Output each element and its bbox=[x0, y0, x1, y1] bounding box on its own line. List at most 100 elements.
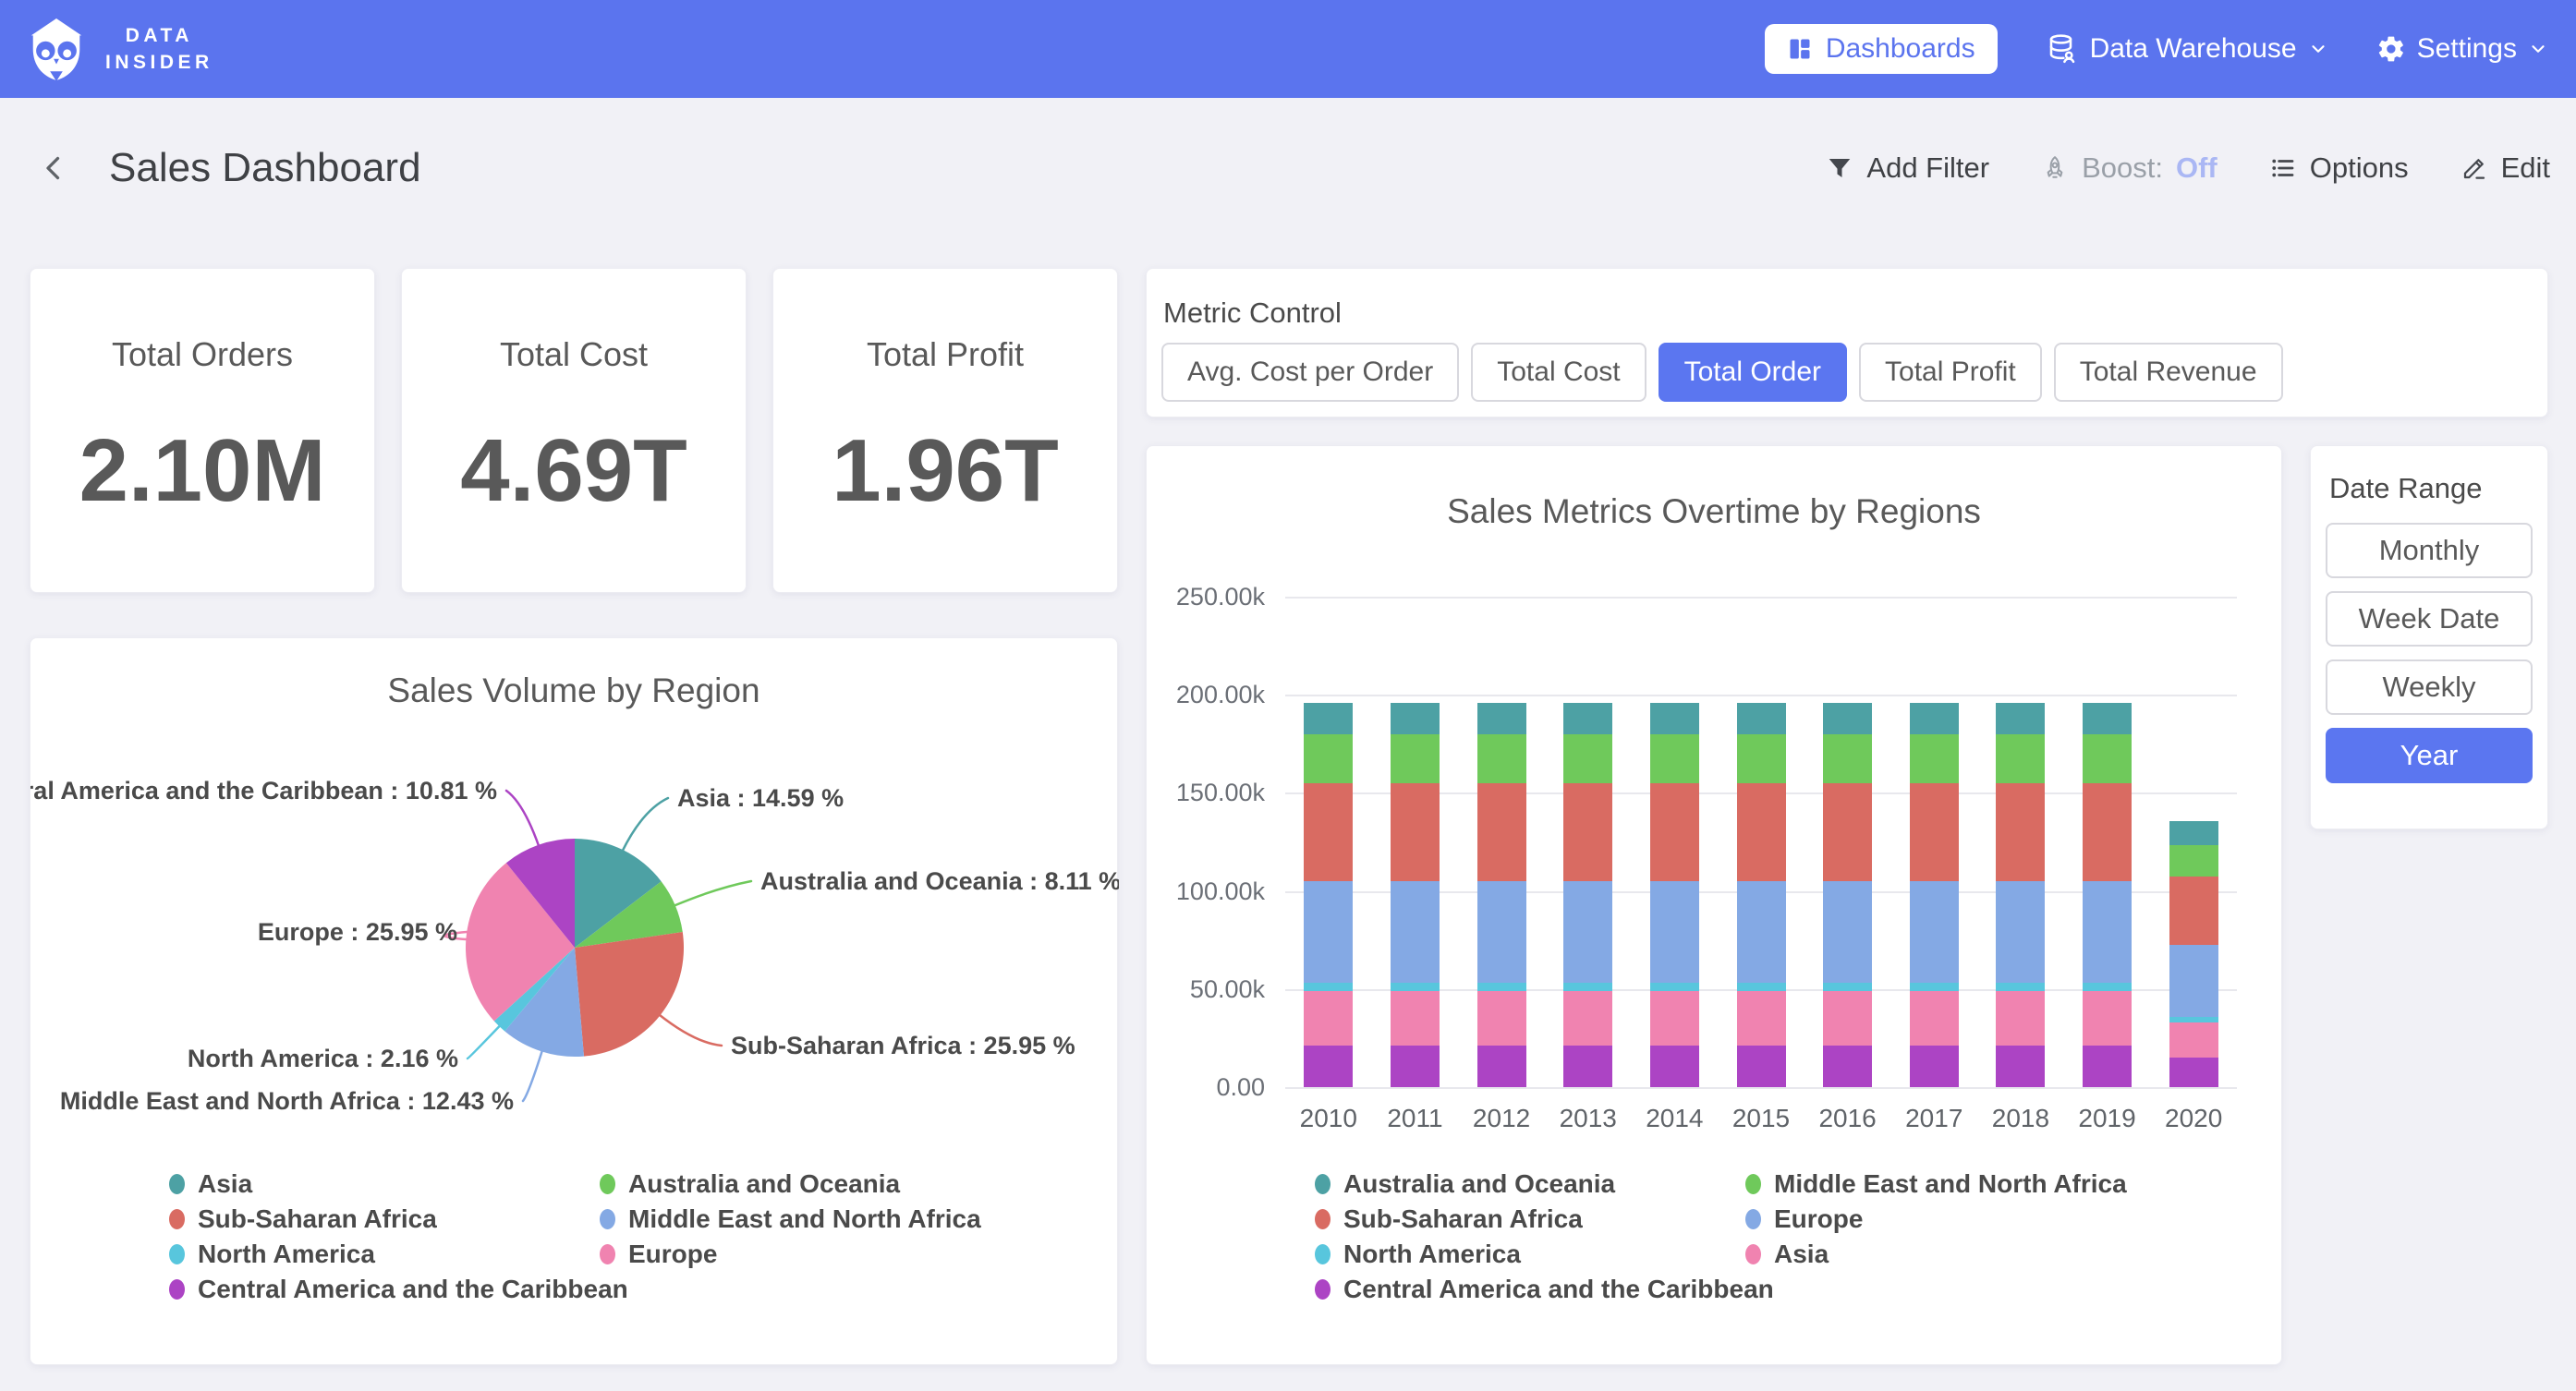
bar-segment-2014-central-america-and-the-caribbean bbox=[1650, 1046, 1699, 1087]
bar-segment-2015-central-america-and-the-caribbean bbox=[1737, 1046, 1786, 1087]
legend-dot bbox=[600, 1244, 615, 1264]
data-warehouse-label: Data Warehouse bbox=[2090, 33, 2297, 65]
metric-option-avg-cost-per-order[interactable]: Avg. Cost per Order bbox=[1161, 343, 1459, 402]
legend-column: Middle East and North AfricaEuropeAsia bbox=[1745, 1167, 2127, 1307]
metric-option-total-revenue[interactable]: Total Revenue bbox=[2054, 343, 2283, 402]
dashboard-screen: DATA INSIDER Dashboards bbox=[0, 0, 2576, 1391]
pie-label-line bbox=[506, 791, 539, 847]
legend-label: Middle East and North Africa bbox=[1774, 1169, 2127, 1199]
bar-segment-2015-sub-saharan-africa bbox=[1737, 783, 1786, 881]
pie-legend: AsiaSub-Saharan AfricaNorth AmericaCentr… bbox=[169, 1167, 981, 1307]
legend-item-asia[interactable]: Asia bbox=[169, 1167, 600, 1202]
bar-segment-2019-australia-and-oceania bbox=[2083, 703, 2132, 734]
owl-logo-icon bbox=[24, 17, 89, 81]
bar-segment-2014-middle-east-and-north-africa bbox=[1650, 734, 1699, 783]
kpi-card-total-orders: Total Orders 2.10M bbox=[30, 268, 375, 593]
metric-option-total-cost[interactable]: Total Cost bbox=[1471, 343, 1646, 402]
metric-option-total-profit[interactable]: Total Profit bbox=[1859, 343, 2042, 402]
data-warehouse-button[interactable]: Data Warehouse bbox=[2046, 32, 2328, 66]
toolbar-actions: Add Filter Boost: Off bbox=[1826, 151, 2550, 185]
legend-dot bbox=[169, 1244, 185, 1264]
legend-item-australia-and-oceania[interactable]: Australia and Oceania bbox=[1315, 1167, 1745, 1202]
legend-item-australia-and-oceania[interactable]: Australia and Oceania bbox=[600, 1167, 981, 1202]
kpi-value: 4.69T bbox=[460, 420, 687, 522]
legend-dot bbox=[600, 1174, 615, 1194]
brand-line1: DATA bbox=[105, 22, 213, 49]
x-axis-tick: 2020 bbox=[2151, 1104, 2236, 1133]
kpi-label: Total Cost bbox=[500, 335, 648, 374]
date-option-week-date[interactable]: Week Date bbox=[2326, 591, 2533, 647]
legend-item-central-america-and-the-caribbean[interactable]: Central America and the Caribbean bbox=[1315, 1272, 1745, 1307]
legend-item-central-america-and-the-caribbean[interactable]: Central America and the Caribbean bbox=[169, 1272, 600, 1307]
options-button[interactable]: Options bbox=[2269, 151, 2409, 185]
date-range-card: Date Range Monthly Week Date Weekly Year bbox=[2310, 445, 2548, 829]
legend-label: Central America and the Caribbean bbox=[1343, 1275, 1774, 1304]
bar-segment-2017-asia bbox=[1910, 991, 1959, 1046]
legend-label: Sub-Saharan Africa bbox=[198, 1204, 437, 1234]
bar-segment-2014-australia-and-oceania bbox=[1650, 703, 1699, 734]
y-axis-tick: 100.00k bbox=[1147, 877, 1265, 906]
metric-control-label: Metric Control bbox=[1163, 296, 1342, 330]
date-range-label: Date Range bbox=[2329, 472, 2482, 505]
bar-segment-2019-asia bbox=[2083, 991, 2132, 1046]
legend-dot bbox=[1315, 1209, 1331, 1229]
legend-item-sub-saharan-africa[interactable]: Sub-Saharan Africa bbox=[169, 1202, 600, 1237]
dashboards-button[interactable]: Dashboards bbox=[1765, 24, 1998, 74]
legend-item-north-america[interactable]: North America bbox=[1315, 1237, 1745, 1272]
pie-slice-label: North America : 2.16 % bbox=[188, 1045, 458, 1072]
bar-segment-2020-asia bbox=[2169, 1022, 2218, 1058]
legend-dot bbox=[1745, 1174, 1761, 1194]
bar-segment-2018-north-america bbox=[1996, 983, 2045, 990]
bar-segment-2017-sub-saharan-africa bbox=[1910, 783, 1959, 881]
legend-column: Australia and OceaniaSub-Saharan AfricaN… bbox=[1315, 1167, 1745, 1307]
legend-dot bbox=[1315, 1244, 1331, 1264]
date-range-buttons: Monthly Week Date Weekly Year bbox=[2326, 523, 2533, 783]
x-axis-tick: 2019 bbox=[2065, 1104, 2150, 1133]
add-filter-button[interactable]: Add Filter bbox=[1826, 151, 1989, 185]
brand[interactable]: DATA INSIDER bbox=[24, 17, 213, 81]
legend-dot bbox=[1315, 1279, 1331, 1300]
legend-item-middle-east-and-north-africa[interactable]: Middle East and North Africa bbox=[1745, 1167, 2127, 1202]
legend-item-europe[interactable]: Europe bbox=[600, 1237, 981, 1272]
boost-button[interactable]: Boost: Off bbox=[2041, 151, 2218, 185]
bar-segment-2012-middle-east-and-north-africa bbox=[1477, 734, 1526, 783]
pie-slice-label: Middle East and North Africa : 12.43 % bbox=[60, 1087, 514, 1115]
pie-slice-label: Australia and Oceania : 8.11 % bbox=[760, 867, 1119, 895]
kpi-card-total-profit: Total Profit 1.96T bbox=[772, 268, 1118, 593]
legend-item-north-america[interactable]: North America bbox=[169, 1237, 600, 1272]
bar-segment-2011-europe bbox=[1391, 881, 1440, 983]
legend-item-sub-saharan-africa[interactable]: Sub-Saharan Africa bbox=[1315, 1202, 1745, 1237]
back-button[interactable] bbox=[37, 151, 70, 185]
legend-label: Middle East and North Africa bbox=[628, 1204, 981, 1234]
bar-segment-2011-australia-and-oceania bbox=[1391, 703, 1440, 734]
settings-button[interactable]: Settings bbox=[2376, 33, 2548, 65]
edit-button[interactable]: Edit bbox=[2461, 151, 2550, 185]
options-list-icon bbox=[2269, 154, 2297, 182]
bar-segment-2011-middle-east-and-north-africa bbox=[1391, 734, 1440, 783]
legend-item-middle-east-and-north-africa[interactable]: Middle East and North Africa bbox=[600, 1202, 981, 1237]
bar-segment-2012-central-america-and-the-caribbean bbox=[1477, 1046, 1526, 1087]
bar-segment-2010-middle-east-and-north-africa bbox=[1304, 734, 1353, 783]
bar-segment-2016-central-america-and-the-caribbean bbox=[1823, 1046, 1872, 1087]
x-axis-tick: 2011 bbox=[1372, 1104, 1457, 1133]
bar-segment-2014-europe bbox=[1650, 881, 1699, 983]
bar-segment-2012-europe bbox=[1477, 881, 1526, 983]
metric-option-total-order[interactable]: Total Order bbox=[1659, 343, 1847, 402]
date-option-year[interactable]: Year bbox=[2326, 728, 2533, 783]
legend-item-europe[interactable]: Europe bbox=[1745, 1202, 2127, 1237]
bar-segment-2015-europe bbox=[1737, 881, 1786, 983]
bar-segment-2016-asia bbox=[1823, 991, 1872, 1046]
legend-dot bbox=[1315, 1174, 1331, 1194]
date-option-monthly[interactable]: Monthly bbox=[2326, 523, 2533, 578]
bar-segment-2020-central-america-and-the-caribbean bbox=[2169, 1058, 2218, 1087]
date-option-weekly[interactable]: Weekly bbox=[2326, 659, 2533, 715]
bar-segment-2012-north-america bbox=[1477, 983, 1526, 990]
brand-line2: INSIDER bbox=[105, 49, 213, 76]
legend-item-asia[interactable]: Asia bbox=[1745, 1237, 2127, 1272]
legend-dot bbox=[169, 1209, 185, 1229]
bar-segment-2013-asia bbox=[1563, 991, 1612, 1046]
x-axis-tick: 2016 bbox=[1805, 1104, 1890, 1133]
bar-segment-2010-asia bbox=[1304, 991, 1353, 1046]
kpi-card-total-cost: Total Cost 4.69T bbox=[401, 268, 747, 593]
pie-slice-sub-saharan-africa[interactable] bbox=[575, 932, 684, 1057]
